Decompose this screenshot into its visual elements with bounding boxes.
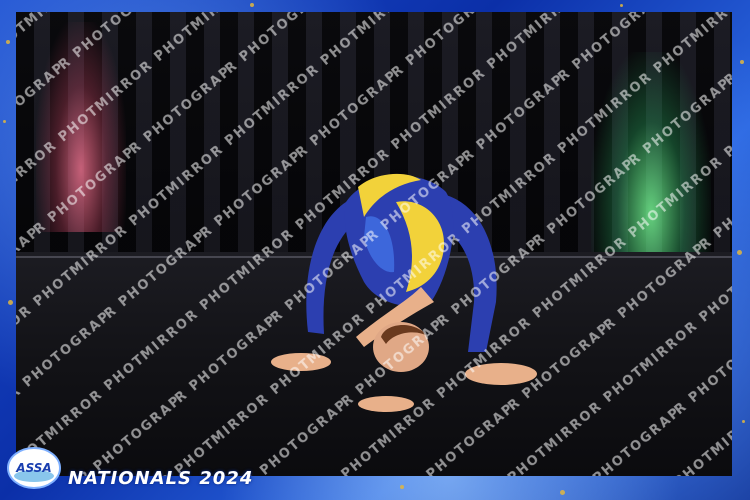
assa-logo: ASSA xyxy=(7,447,61,489)
event-title: NATIONALS 2024 xyxy=(68,468,254,489)
gold-speck xyxy=(620,4,623,7)
gold-speck xyxy=(740,60,744,64)
dancer-foot xyxy=(465,363,537,385)
gold-speck xyxy=(742,420,745,423)
dancer-hand xyxy=(358,396,414,412)
stage-photo: MIRROR PHOTOGRAPHY MIRROR PHOTOGRAPHY xyxy=(16,12,732,476)
gold-speck xyxy=(400,485,404,489)
green-stage-light xyxy=(591,52,711,282)
gold-speck xyxy=(8,300,13,305)
pink-stage-light xyxy=(36,22,126,232)
dancer-hand xyxy=(271,353,331,371)
logo-text: ASSA xyxy=(15,461,51,475)
dancer-figure xyxy=(271,173,537,412)
gold-speck xyxy=(737,250,742,255)
gold-speck xyxy=(3,120,6,123)
gold-speck xyxy=(250,3,254,7)
gold-speck xyxy=(6,40,10,44)
gold-speck xyxy=(560,490,565,495)
